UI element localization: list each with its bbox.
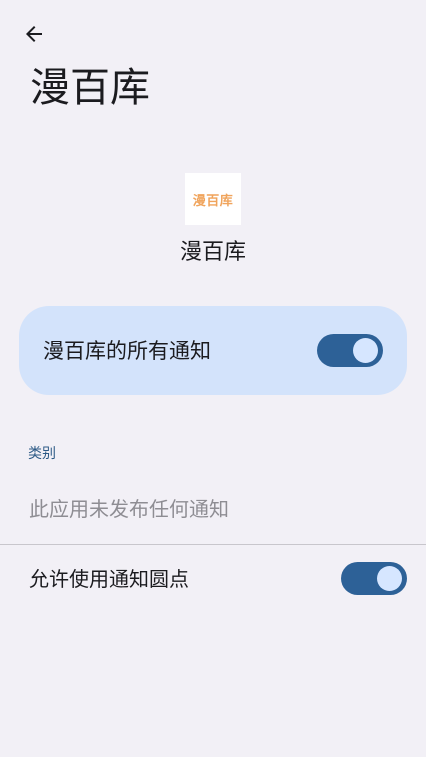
- app-logo-text: 漫百库: [192, 193, 234, 209]
- all-notifications-label: 漫百库的所有通知: [43, 339, 211, 363]
- app-logo: 漫百库: [185, 173, 241, 225]
- all-notifications-row[interactable]: 漫百库的所有通知: [19, 306, 407, 395]
- all-notifications-toggle[interactable]: [317, 334, 383, 367]
- back-button[interactable]: [14, 14, 54, 54]
- divider: [0, 544, 426, 545]
- page-title: 漫百库: [30, 65, 150, 111]
- app-notification-settings-page: 漫百库 漫百库 漫百库 漫百库的所有通知 类别 此应用未发布任何通知 允许使用通…: [0, 0, 426, 757]
- toggle-knob: [377, 566, 402, 591]
- notification-dots-label: 允许使用通知圆点: [29, 567, 189, 591]
- app-name: 漫百库: [179, 240, 246, 265]
- categories-section-header: 类别: [28, 446, 56, 462]
- toggle-knob: [353, 338, 378, 363]
- arrow-back-icon: [26, 26, 42, 42]
- notification-dots-toggle[interactable]: [341, 562, 407, 595]
- no-notifications-message: 此应用未发布任何通知: [29, 497, 229, 521]
